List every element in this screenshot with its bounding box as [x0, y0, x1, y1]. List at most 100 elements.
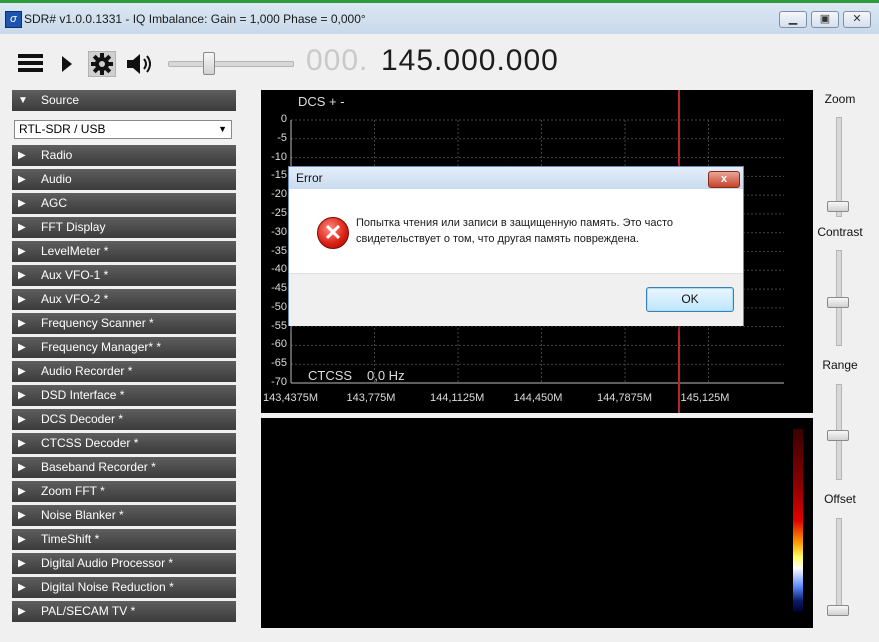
dialog-title-bar: Error x	[289, 167, 743, 189]
offset-label: Offset	[824, 492, 856, 506]
chevron-right-icon: ▶	[18, 150, 26, 161]
close-icon: x	[720, 173, 728, 185]
db-tick-label: -20	[271, 188, 287, 201]
sidebar-panel-label: Noise Blanker *	[41, 508, 124, 522]
sidebar-panel-header[interactable]: ▶ Audio	[12, 169, 236, 190]
frequency-prefix[interactable]: 000.	[306, 44, 368, 78]
close-button[interactable]: ✕	[843, 11, 871, 28]
frequency-tick-label: 144,7875M	[597, 392, 653, 404]
sidebar-panel-header[interactable]: ▶ FFT Display	[12, 217, 236, 238]
chevron-right-icon: ▶	[18, 198, 26, 209]
close-icon: ✕	[852, 13, 862, 25]
error-icon: ✕	[317, 217, 349, 249]
db-tick-label: -5	[277, 131, 287, 144]
sidebar-panel-header[interactable]: ▶ Baseband Recorder *	[12, 457, 236, 478]
sidebar-panel-label: Audio	[41, 172, 72, 186]
sidebar-panel-label: Aux VFO-2 *	[41, 292, 109, 306]
dropdown-arrow-icon: ▼	[218, 124, 227, 134]
db-tick-label: -50	[271, 300, 287, 313]
chevron-right-icon: ▶	[18, 222, 26, 233]
chevron-right-icon: ▶	[18, 294, 26, 305]
sidebar-panel-label: FFT Display	[41, 220, 106, 234]
db-tick-label: -60	[271, 338, 287, 351]
chevron-right-icon: ▶	[18, 582, 26, 593]
db-tick-label: -40	[271, 263, 287, 276]
sidebar-panel-header[interactable]: ▶ AGC	[12, 193, 236, 214]
error-dialog: Error x ✕ Попытка чтения или записи в за…	[288, 166, 744, 326]
sidebar-panel-header[interactable]: ▶ Aux VFO-2 *	[12, 289, 236, 310]
dialog-close-button[interactable]: x	[708, 171, 740, 188]
source-panel-header[interactable]: ▼ Source	[12, 90, 236, 111]
sidebar-panel-header[interactable]: ▶ Digital Noise Reduction *	[12, 577, 236, 598]
play-icon[interactable]	[60, 55, 74, 73]
sidebar-panel-label: TimeShift *	[41, 532, 100, 546]
chevron-down-icon: ▼	[18, 95, 28, 106]
chevron-right-icon: ▶	[18, 318, 26, 329]
minimize-button[interactable]: ▁	[779, 11, 807, 28]
maximize-button[interactable]: ▣	[811, 11, 839, 28]
sidebar-panel-label: Digital Audio Processor *	[41, 556, 174, 570]
db-tick-label: -70	[271, 376, 287, 388]
menu-icon[interactable]	[18, 52, 44, 74]
sidebar-panel-header[interactable]: ▶ Frequency Scanner *	[12, 313, 236, 334]
sidebar-panel-label: Aux VFO-1 *	[41, 268, 109, 282]
sidebar-panel-label: PAL/SECAM TV *	[41, 604, 136, 618]
gear-icon[interactable]	[88, 51, 116, 77]
frequency-tick-label: 143,4375M	[263, 392, 319, 404]
volume-slider[interactable]	[168, 61, 294, 67]
chevron-right-icon: ▶	[18, 246, 26, 257]
db-tick-label: -45	[271, 282, 287, 295]
sidebar-panel-label: Frequency Scanner *	[41, 316, 154, 330]
volume-slider-thumb[interactable]	[203, 52, 215, 75]
zoom-slider-thumb[interactable]	[827, 201, 849, 212]
waterfall-color-gradient	[793, 429, 803, 612]
chevron-right-icon: ▶	[18, 342, 26, 353]
sidebar-panel-header[interactable]: ▶ TimeShift *	[12, 529, 236, 550]
frequency-tick-label: 144,1125M	[430, 392, 485, 404]
db-tick-label: -35	[271, 244, 287, 257]
title-bar: σ SDR# v1.0.0.1331 - IQ Imbalance: Gain …	[0, 0, 879, 34]
sidebar-panel-header[interactable]: ▶ PAL/SECAM TV *	[12, 601, 236, 622]
chevron-right-icon: ▶	[18, 606, 26, 617]
sidebar-panel-label: CTCSS Decoder *	[41, 436, 139, 450]
frequency-tick-label: 143,775M	[346, 392, 396, 404]
sidebar-panel-header[interactable]: ▶ Zoom FFT *	[12, 481, 236, 502]
sidebar-panel-header[interactable]: ▶ Frequency Manager* *	[12, 337, 236, 358]
ok-button[interactable]: OK	[646, 287, 734, 312]
contrast-label: Contrast	[817, 225, 863, 239]
offset-slider-thumb[interactable]	[827, 605, 849, 616]
chevron-right-icon: ▶	[18, 174, 26, 185]
contrast-slider-thumb[interactable]	[827, 297, 849, 308]
sidebar-panel-header[interactable]: ▶ Digital Audio Processor *	[12, 553, 236, 574]
chevron-right-icon: ▶	[18, 270, 26, 281]
frequency-display[interactable]: 145.000.000	[381, 44, 559, 78]
chevron-right-icon: ▶	[18, 390, 26, 401]
sidebar-panel-header[interactable]: ▶ DCS Decoder *	[12, 409, 236, 430]
sidebar-panel-label: Frequency Manager* *	[41, 340, 162, 354]
waterfall-display[interactable]	[261, 418, 813, 628]
db-tick-label: -10	[271, 150, 287, 163]
speaker-icon[interactable]	[126, 53, 154, 75]
sidebar-panel-label: AGC	[41, 196, 68, 210]
range-label: Range	[822, 358, 858, 372]
ctcss-label: CTCSS	[308, 368, 353, 383]
zoom-label: Zoom	[824, 92, 856, 106]
db-tick-label: -15	[271, 169, 287, 182]
sidebar-panel-header[interactable]: ▶ DSD Interface *	[12, 385, 236, 406]
sidebar-panel-label: Digital Noise Reduction *	[41, 580, 174, 594]
chevron-right-icon: ▶	[18, 486, 26, 497]
source-select[interactable]: RTL-SDR / USB ▼	[14, 120, 232, 139]
db-tick-label: -25	[271, 206, 287, 219]
sidebar-panel-header[interactable]: ▶ Audio Recorder *	[12, 361, 236, 382]
db-tick-label: -30	[271, 225, 287, 238]
offset-slider[interactable]	[836, 518, 842, 616]
sidebar-panel-header[interactable]: ▶ LevelMeter *	[12, 241, 236, 262]
sidebar-panel-header[interactable]: ▶ CTCSS Decoder *	[12, 433, 236, 454]
chevron-right-icon: ▶	[18, 534, 26, 545]
sidebar-panel-header[interactable]: ▶ Noise Blanker *	[12, 505, 236, 526]
range-slider-thumb[interactable]	[827, 430, 849, 441]
minimize-icon: ▁	[788, 13, 798, 25]
sidebar-panel-header[interactable]: ▶ Radio	[12, 145, 236, 166]
sidebar-panel-header[interactable]: ▶ Aux VFO-1 *	[12, 265, 236, 286]
sidebar-panel-label: Radio	[41, 148, 73, 162]
